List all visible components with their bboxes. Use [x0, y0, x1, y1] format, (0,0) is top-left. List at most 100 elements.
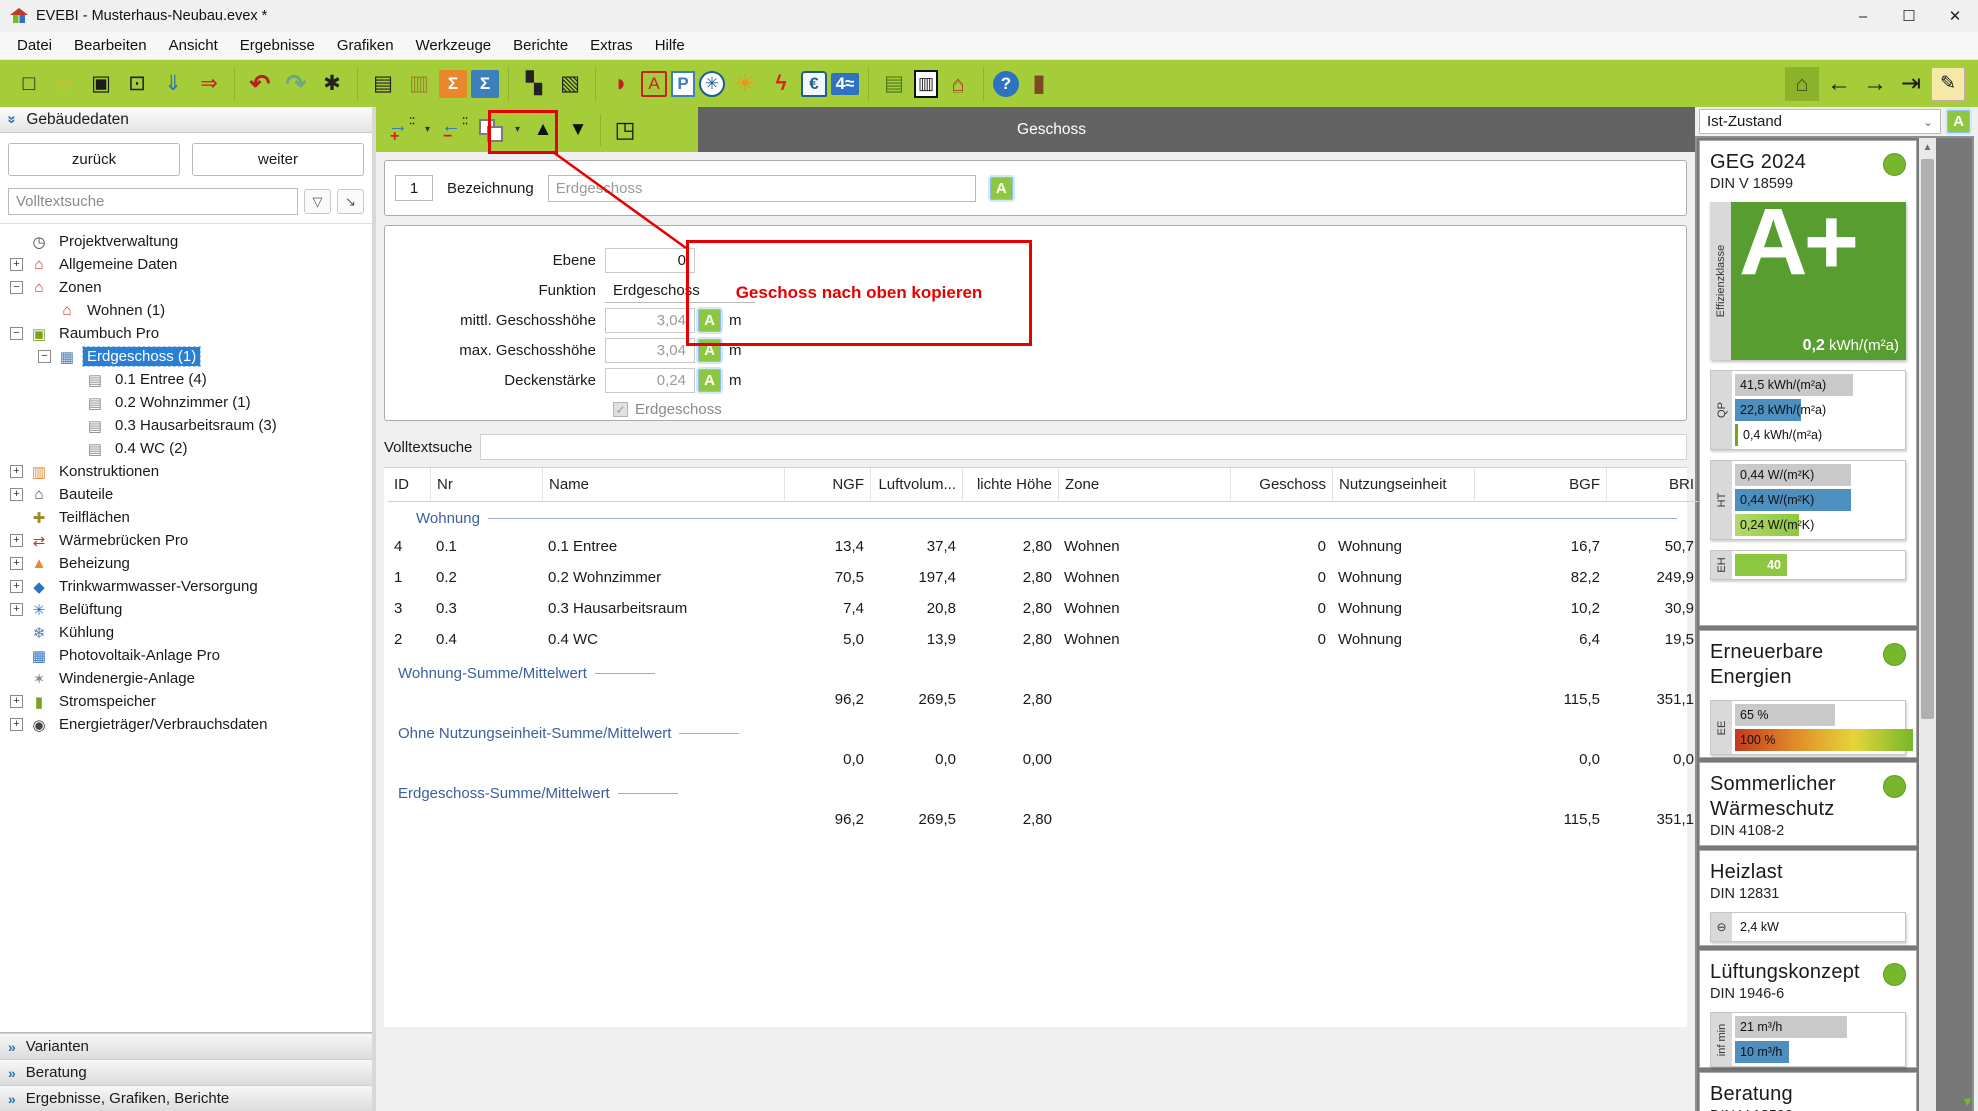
magic-wand-icon[interactable]: ✱: [316, 68, 348, 100]
hot-water-icon[interactable]: 4≈: [831, 73, 859, 95]
bezeichnung-input[interactable]: [548, 175, 976, 202]
expander-icon[interactable]: +: [10, 718, 23, 731]
scroll-up-icon[interactable]: ▲: [1923, 138, 1933, 157]
next-button[interactable]: weiter: [192, 143, 364, 176]
roof-icon[interactable]: ◗: [605, 68, 637, 100]
minimize-button[interactable]: –: [1840, 0, 1886, 32]
door-icon[interactable]: ▮: [1023, 68, 1055, 100]
tree-item-photovoltaik[interactable]: ▦Photovoltaik-Anlage Pro: [0, 644, 372, 667]
expander-icon[interactable]: −: [38, 350, 51, 363]
navigate-back-icon[interactable]: ←: [1823, 68, 1855, 100]
accordion-ergebnisse[interactable]: » Ergebnisse, Grafiken, Berichte: [0, 1085, 372, 1111]
tree-item-belueftung[interactable]: +✳Belüftung: [0, 598, 372, 621]
report-document-icon[interactable]: ▤: [367, 68, 399, 100]
import-icon[interactable]: ⇓: [157, 68, 189, 100]
tree-item-beheizung[interactable]: +▲Beheizung: [0, 552, 372, 575]
new-file-icon[interactable]: □: [13, 68, 45, 100]
flowchart-icon[interactable]: ▚: [518, 68, 550, 100]
scroll-down-green-icon[interactable]: ▼: [1961, 1094, 1974, 1109]
tree-item-projektverwaltung[interactable]: ◷Projektverwaltung: [0, 230, 372, 253]
expander-icon[interactable]: +: [10, 580, 23, 593]
tree-item-kuehlung[interactable]: ❄Kühlung: [0, 621, 372, 644]
table-row[interactable]: 20.40.4 WC5,013,92,80Wohnen0Wohnung6,419…: [388, 624, 1683, 655]
menu-werkzeuge[interactable]: Werkzeuge: [405, 33, 503, 58]
solar-sun-icon[interactable]: ☀: [729, 68, 761, 100]
menu-ansicht[interactable]: Ansicht: [158, 33, 229, 58]
erdgeschoss-checkbox[interactable]: ✓: [613, 402, 628, 417]
ventilation-fan-icon[interactable]: ✳: [699, 71, 725, 97]
expander-icon[interactable]: −: [10, 327, 23, 340]
tree-item-teilflaechen[interactable]: ✚Teilflächen: [0, 506, 372, 529]
expander-icon[interactable]: +: [10, 695, 23, 708]
panel-scrollbar[interactable]: ▲ ▼: [1919, 138, 1936, 1111]
table-row[interactable]: 30.30.3 Hausarbeitsraum7,420,82,80Wohnen…: [388, 593, 1683, 624]
tree-item-trinkwarmwasser[interactable]: +◆Trinkwarmwasser-Versorgung: [0, 575, 372, 598]
electricity-bolt-icon[interactable]: ϟ: [765, 68, 797, 100]
tree-item-wohnzimmer[interactable]: ▤0.2 Wohnzimmer (1): [0, 391, 372, 414]
exit-to-device-icon[interactable]: ⇥: [1895, 68, 1927, 100]
table-fulltext-input[interactable]: [480, 434, 1687, 460]
menu-bearbeiten[interactable]: Bearbeiten: [63, 33, 158, 58]
maximize-button[interactable]: ☐: [1886, 0, 1932, 32]
expander-icon[interactable]: −: [10, 281, 23, 294]
close-button[interactable]: ✕: [1932, 0, 1978, 32]
move-down-button[interactable]: ▼: [562, 114, 594, 146]
auto-badge[interactable]: A: [990, 177, 1013, 200]
add-dropdown-icon[interactable]: ▾: [421, 114, 434, 146]
menu-extras[interactable]: Extras: [579, 33, 644, 58]
tree-item-bauteile[interactable]: +⌂Bauteile: [0, 483, 372, 506]
export-icon[interactable]: ⇒: [193, 68, 225, 100]
tree-item-wohnen[interactable]: ⌂Wohnen (1): [0, 299, 372, 322]
scrollbar-thumb[interactable]: [1921, 159, 1934, 719]
navigate-forward-icon[interactable]: →: [1859, 68, 1891, 100]
sidebar-header[interactable]: » Gebäudedaten: [0, 107, 372, 133]
tree-item-allgemeine-daten[interactable]: +⌂Allgemeine Daten: [0, 253, 372, 276]
expander-icon[interactable]: +: [10, 258, 23, 271]
back-button[interactable]: zurück: [8, 143, 180, 176]
report-green-icon[interactable]: ▤: [878, 68, 910, 100]
eco-house-rainbow-icon[interactable]: ⌂: [942, 68, 974, 100]
wall-layers-icon[interactable]: ▧: [554, 68, 586, 100]
table-row[interactable]: 40.10.1 Entree13,437,42,80Wohnen0Wohnung…: [388, 531, 1683, 562]
tree-item-wc[interactable]: ▤0.4 WC (2): [0, 437, 372, 460]
expander-icon[interactable]: +: [10, 603, 23, 616]
save-icon[interactable]: ▣: [85, 68, 117, 100]
menu-hilfe[interactable]: Hilfe: [644, 33, 696, 58]
expander-icon[interactable]: +: [10, 534, 23, 547]
accordion-varianten[interactable]: » Varianten: [0, 1033, 372, 1059]
deckenstaerke-input[interactable]: 0,24: [605, 368, 695, 393]
tree-item-zonen[interactable]: −⌂Zonen: [0, 276, 372, 299]
tree-item-konstruktionen[interactable]: +▥Konstruktionen: [0, 460, 372, 483]
zustand-selector[interactable]: Ist-Zustand ⌄: [1699, 109, 1941, 134]
heating-flame-icon[interactable]: A: [641, 71, 667, 97]
heat-pump-icon[interactable]: P: [671, 71, 695, 97]
accordion-beratung[interactable]: » Beratung: [0, 1059, 372, 1085]
menu-berichte[interactable]: Berichte: [502, 33, 579, 58]
ebene-input[interactable]: 0: [605, 248, 695, 273]
auto-badge[interactable]: A: [698, 369, 721, 392]
project-house-icon[interactable]: ⌂: [1785, 67, 1819, 101]
economy-euro-house-icon[interactable]: €: [801, 71, 827, 97]
building-values-icon[interactable]: ▥: [403, 68, 435, 100]
tree-item-raumbuch-pro[interactable]: −▣Raumbuch Pro: [0, 322, 372, 345]
filter-funnel-icon[interactable]: ▽: [304, 189, 331, 214]
tree-item-erdgeschoss-selected[interactable]: −▦Erdgeschoss (1): [0, 345, 372, 368]
tree-item-stromspeicher[interactable]: +▮Stromspeicher: [0, 690, 372, 713]
notes-pen-icon[interactable]: ✎: [1931, 67, 1965, 101]
sigma-orange-icon[interactable]: Σ: [439, 70, 467, 98]
menu-ergebnisse[interactable]: Ergebnisse: [229, 33, 326, 58]
sigma-blue-icon[interactable]: Σ: [471, 70, 499, 98]
expander-icon[interactable]: +: [10, 488, 23, 501]
remove-geschoss-button[interactable]: ←−⁚⁚: [437, 114, 471, 146]
tree-item-waermebruecken[interactable]: +⇄Wärmebrücken Pro: [0, 529, 372, 552]
table-row[interactable]: 10.20.2 Wohnzimmer70,5197,42,80Wohnen0Wo…: [388, 562, 1683, 593]
tree-item-windenergie[interactable]: ✶Windenergie-Anlage: [0, 667, 372, 690]
energy-certificate-icon[interactable]: ▥: [914, 70, 938, 98]
redo-icon[interactable]: ↷: [280, 68, 312, 100]
help-icon[interactable]: ?: [993, 71, 1019, 97]
copy-window-icon[interactable]: ⊡: [121, 68, 153, 100]
collapse-tree-icon[interactable]: ↘: [337, 189, 364, 214]
tree-item-energietraeger[interactable]: +◉Energieträger/Verbrauchsdaten: [0, 713, 372, 736]
add-geschoss-button[interactable]: →+⁚⁚: [384, 114, 418, 146]
expander-icon[interactable]: +: [10, 465, 23, 478]
